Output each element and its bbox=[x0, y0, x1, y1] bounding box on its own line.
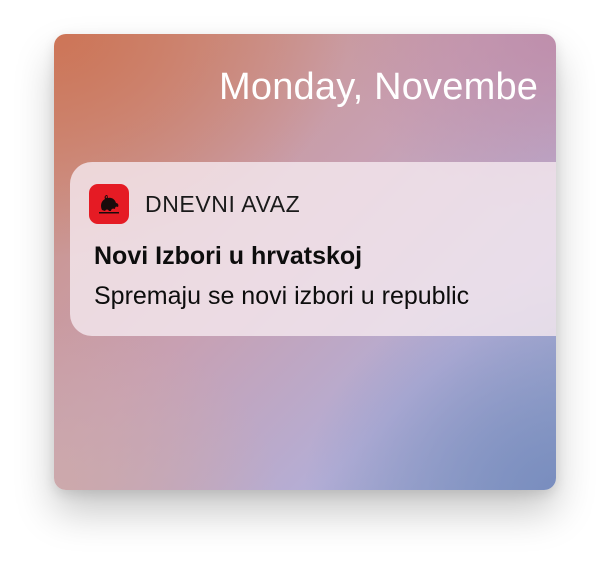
app-logo-icon bbox=[89, 184, 129, 224]
notification-body: Spremaju se novi izbori u republic bbox=[94, 282, 470, 310]
lock-screen: Monday, Novembe DNEVNI AVAZ Novi Izbori … bbox=[54, 34, 556, 490]
lock-screen-date: Monday, Novembe bbox=[219, 66, 539, 108]
app-name: DNEVNI AVAZ bbox=[145, 191, 301, 217]
notification-title: Novi Izbori u hrvatskoj bbox=[94, 242, 363, 270]
notification-card[interactable]: DNEVNI AVAZ Novi Izbori u hrvatskoj Spre… bbox=[70, 162, 556, 336]
stage: Monday, Novembe DNEVNI AVAZ Novi Izbori … bbox=[0, 0, 610, 564]
